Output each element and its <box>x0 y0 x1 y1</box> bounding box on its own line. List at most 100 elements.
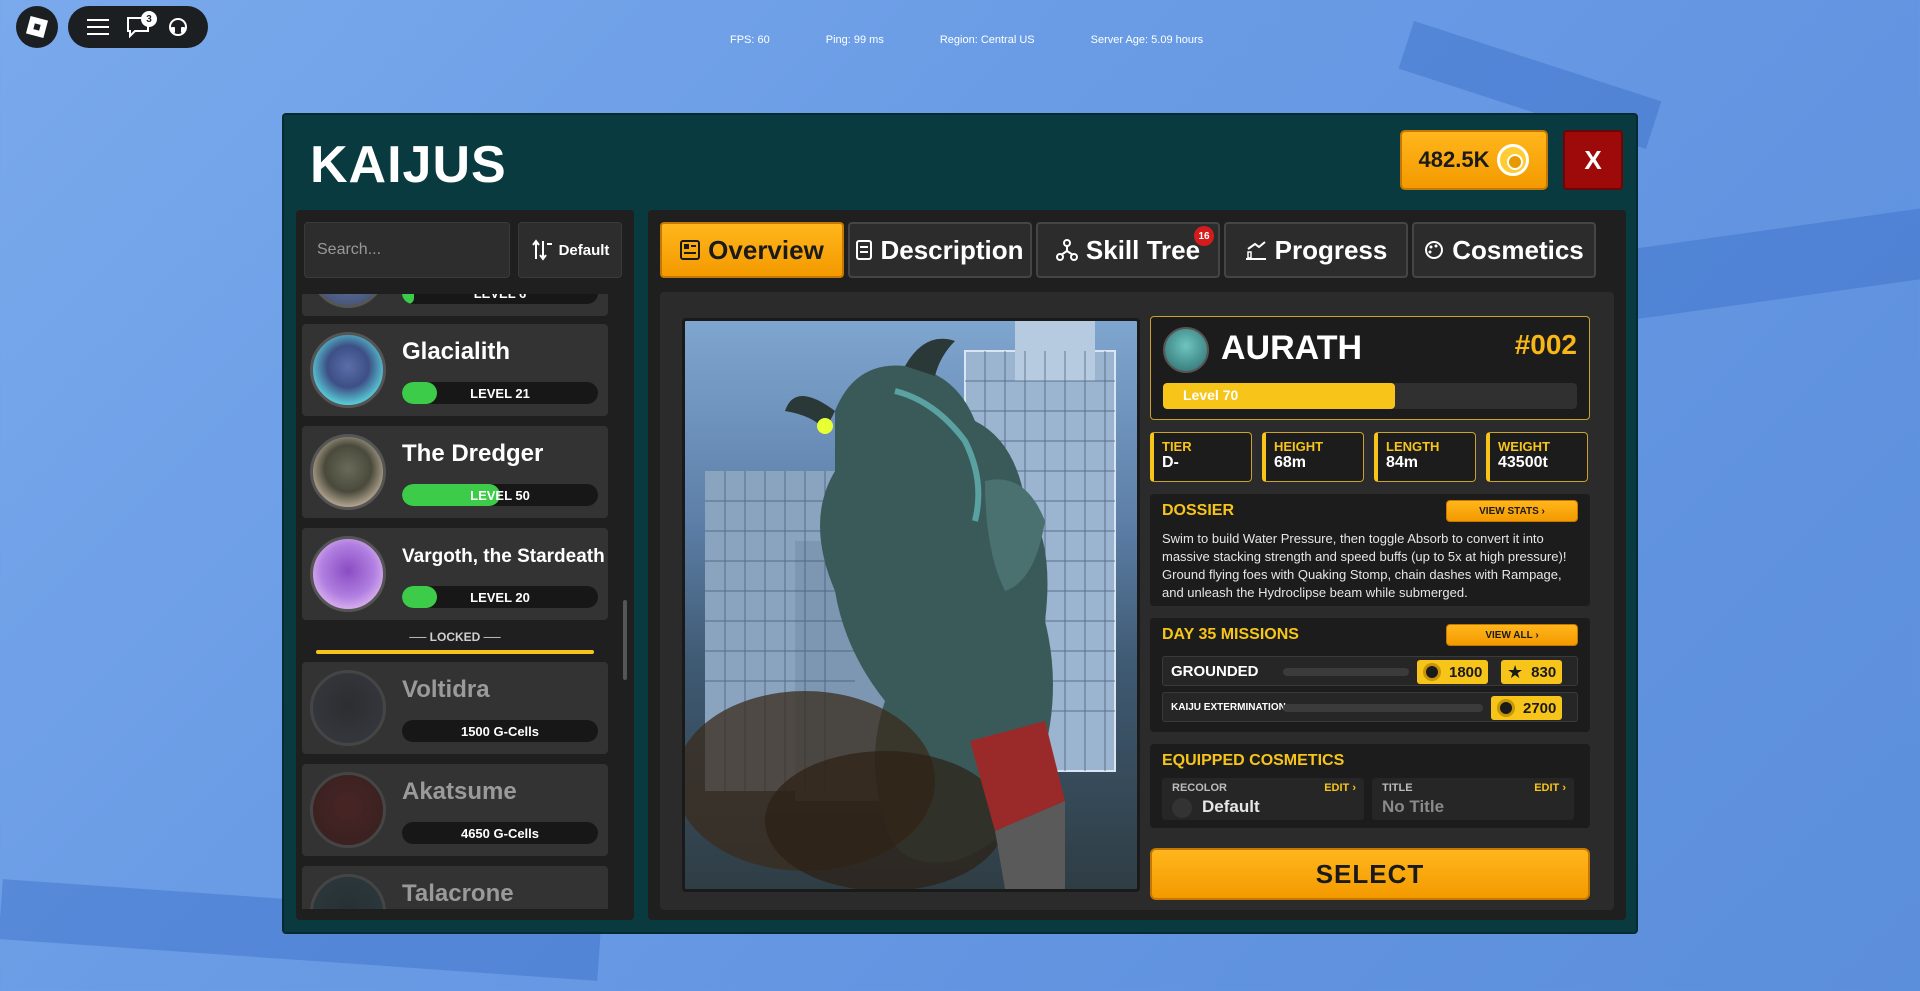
roblox-menu-button[interactable] <box>16 6 58 48</box>
stat-length: LENGTH 84m <box>1374 432 1476 482</box>
mission-progress-bar <box>1283 704 1483 712</box>
hamburger-menu-button[interactable] <box>83 12 113 42</box>
kaiju-level-text: Level 70 <box>1183 387 1239 403</box>
cost-bar: 4650 G-Cells <box>402 822 598 844</box>
kaiju-card-partial[interactable]: LEVEL 6 <box>302 294 608 316</box>
kaiju-name: Vargoth, the Stardeath <box>402 546 605 567</box>
region-stat: Region: Central US <box>939 34 1035 46</box>
stat-height: HEIGHT 68m <box>1262 432 1364 482</box>
level-bar: LEVEL 6 <box>402 294 598 304</box>
search-input[interactable]: Search... <box>304 222 510 278</box>
tab-description[interactable]: Description <box>848 222 1032 278</box>
server-age-stat: Server Age: 5.09 hours <box>1090 34 1204 46</box>
tab-bar: Overview Description Skill Tree 16 Progr… <box>660 222 1596 278</box>
kaiju-list-panel: Search... Default LEVEL 6 Glacialith LEV… <box>296 210 634 920</box>
kaiju-name: The Dredger <box>402 440 544 467</box>
list-scrollbar[interactable] <box>623 600 627 680</box>
mission-row[interactable]: KAIJU EXTERMINATION 2700 <box>1162 692 1578 722</box>
palette-icon <box>1425 241 1444 259</box>
coin-icon <box>1497 699 1515 717</box>
overview-content: AURATH #002 Level 70 TIER D- HEIGHT 68m <box>660 292 1614 910</box>
chat-button[interactable]: 3 <box>123 11 157 42</box>
roblox-topbar: 3 <box>68 6 208 48</box>
select-button[interactable]: SELECT <box>1150 848 1590 900</box>
locked-divider <box>316 650 594 654</box>
sort-label: Default <box>558 241 610 259</box>
kaijus-panel: KAIJUS 482.5K X Search... Default LEVEL … <box>282 113 1638 934</box>
kaiju-name: Akatsume <box>402 778 517 805</box>
recolor-swatch <box>1172 798 1192 818</box>
mission-coin-reward: 2700 <box>1491 696 1563 720</box>
title-slot[interactable]: TITLE EDIT › No Title <box>1372 778 1574 820</box>
tab-label: Overview <box>708 234 824 265</box>
sort-button[interactable]: Default <box>518 222 622 278</box>
star-icon: ★ <box>1507 661 1524 682</box>
dossier-section: DOSSIER VIEW STATS › Swim to build Water… <box>1150 494 1590 606</box>
progress-icon <box>1245 241 1266 260</box>
gcell-coin-icon <box>1497 144 1530 176</box>
panel-title: KAIJUS <box>310 136 507 194</box>
document-icon <box>856 240 873 260</box>
kaiju-card-the-dredger[interactable]: The Dredger LEVEL 50 <box>302 426 608 518</box>
kaiju-stats: TIER D- HEIGHT 68m LENGTH 84m WEIGHT 435… <box>1150 432 1590 482</box>
coin-icon <box>1423 663 1441 681</box>
kaiju-card-talacrone[interactable]: Talacrone <box>302 866 608 909</box>
level-label: LEVEL 21 <box>470 385 530 401</box>
edit-title-button[interactable]: EDIT › <box>1534 782 1566 794</box>
level-bar: LEVEL 20 <box>402 586 598 608</box>
recolor-slot[interactable]: RECOLOR EDIT › Default <box>1162 778 1364 820</box>
kaiju-header: AURATH #002 Level 70 <box>1150 316 1590 420</box>
view-stats-button[interactable]: VIEW STATS › <box>1446 500 1578 522</box>
cost-label: 4650 G-Cells <box>460 825 540 841</box>
kaiju-card-akatsume[interactable]: Akatsume 4650 G-Cells <box>302 764 608 856</box>
kaiju-list[interactable]: LEVEL 6 Glacialith LEVEL 21 The Dredger … <box>302 294 616 909</box>
cosmetics-section: EQUIPPED COSMETICS RECOLOR EDIT › Defaul… <box>1150 744 1590 828</box>
currency-display[interactable]: 482.5K <box>1400 130 1548 190</box>
close-button[interactable]: X <box>1563 130 1623 190</box>
mission-name: GROUNDED <box>1171 663 1259 680</box>
voice-button[interactable] <box>163 12 193 42</box>
kaiju-avatar <box>310 434 386 510</box>
detail-panel: Overview Description Skill Tree 16 Progr… <box>648 210 1626 920</box>
kaiju-card-vargoth[interactable]: Vargoth, the Stardeath LEVEL 20 <box>302 528 608 620</box>
kaiju-avatar <box>310 536 386 612</box>
edit-recolor-button[interactable]: EDIT › <box>1324 782 1356 794</box>
currency-amount: 482.5K <box>1418 147 1490 172</box>
kaiju-illustration <box>685 321 1116 889</box>
level-label: LEVEL 20 <box>470 589 530 605</box>
hamburger-icon <box>87 19 109 35</box>
cosmetics-title: EQUIPPED COSMETICS <box>1162 752 1345 769</box>
mission-progress-bar <box>1283 668 1409 676</box>
locked-section-label: ── LOCKED ── <box>409 630 501 644</box>
mission-row[interactable]: GROUNDED 1800 ★ 830 <box>1162 656 1578 686</box>
mission-star-reward: ★ 830 <box>1501 660 1563 684</box>
view-all-missions-button[interactable]: VIEW ALL › <box>1446 624 1578 646</box>
mission-name: KAIJU EXTERMINATION <box>1171 702 1286 713</box>
mission-coin-reward: 1800 <box>1417 660 1489 684</box>
tab-cosmetics[interactable]: Cosmetics <box>1412 222 1596 278</box>
tab-skill-tree[interactable]: Skill Tree 16 <box>1036 222 1220 278</box>
level-bar: LEVEL 50 <box>402 484 598 506</box>
kaiju-avatar <box>310 332 386 408</box>
dossier-text: Swim to build Water Pressure, then toggl… <box>1162 531 1567 600</box>
overview-icon <box>680 240 701 260</box>
skill-tree-badge: 16 <box>1194 226 1214 246</box>
missions-title: DAY 35 MISSIONS <box>1162 626 1299 643</box>
skill-tree-icon <box>1055 239 1078 261</box>
tab-label: Description <box>880 234 1024 265</box>
missions-section: DAY 35 MISSIONS VIEW ALL › GROUNDED 1800… <box>1150 618 1590 732</box>
level-label: LEVEL 6 <box>402 294 598 304</box>
stat-tier: TIER D- <box>1150 432 1252 482</box>
kaiju-name: Glacialith <box>402 338 511 365</box>
kaiju-name-title: AURATH <box>1221 329 1363 367</box>
tab-label: Cosmetics <box>1452 234 1584 265</box>
dossier-title: DOSSIER <box>1162 502 1235 519</box>
tab-progress[interactable]: Progress <box>1224 222 1408 278</box>
ping-stat: Ping: 99 ms <box>825 34 884 46</box>
fps-stat: FPS: 60 <box>730 34 770 46</box>
kaiju-portrait <box>1163 327 1209 373</box>
kaiju-card-voltidra[interactable]: Voltidra 1500 G-Cells <box>302 662 608 754</box>
kaiju-card-glacialith[interactable]: Glacialith LEVEL 21 <box>302 324 608 416</box>
tab-overview[interactable]: Overview <box>660 222 844 278</box>
kaiju-name: Voltidra <box>402 676 490 703</box>
